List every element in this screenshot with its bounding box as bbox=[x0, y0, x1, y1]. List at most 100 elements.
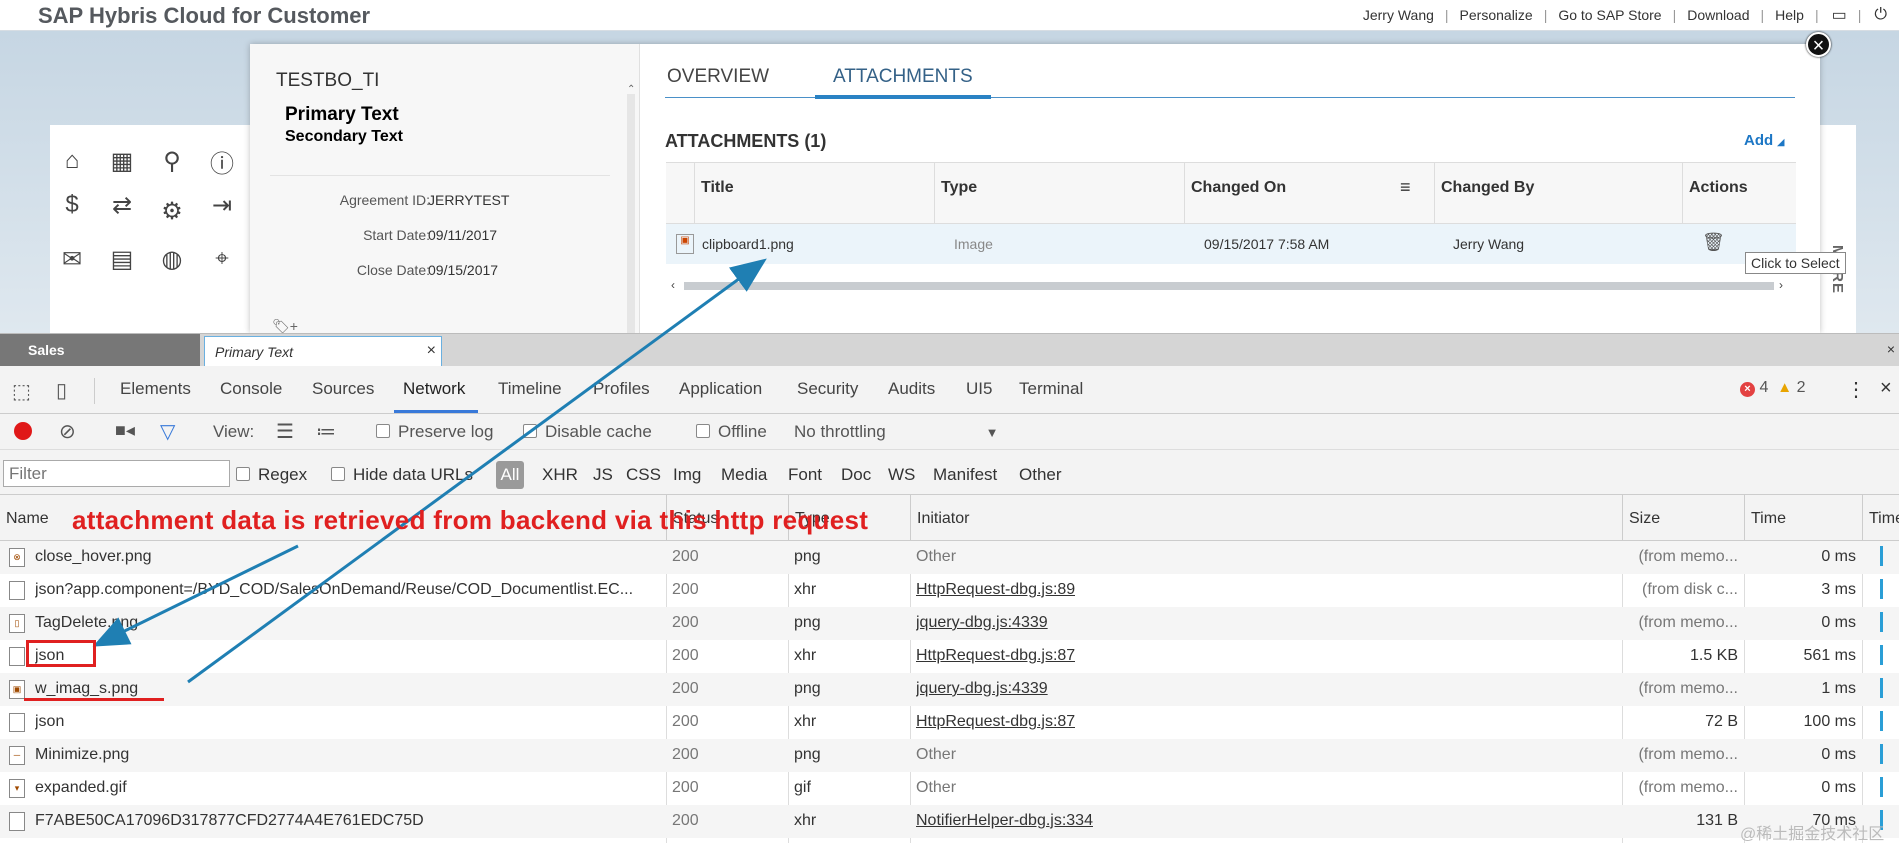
swap-icon[interactable]: ⇄ bbox=[106, 189, 138, 221]
hide-data-urls-checkbox[interactable]: Hide data URLs bbox=[331, 465, 473, 485]
filter-icon[interactable]: ▽ bbox=[160, 419, 175, 444]
request-name[interactable]: Minimize.png bbox=[35, 746, 660, 764]
col-time[interactable]: Time bbox=[1744, 495, 1862, 541]
filter-icon[interactable]: ≡ bbox=[1400, 177, 1411, 198]
col-type[interactable]: Type bbox=[934, 163, 1184, 225]
filter-manifest[interactable]: Manifest bbox=[933, 465, 997, 485]
col-timeline[interactable]: Timeline bbox=[1862, 495, 1899, 541]
help-link[interactable]: Help bbox=[1775, 7, 1804, 23]
network-row[interactable]: json?app.component=/BYD_COD/SalesOnDeman… bbox=[0, 574, 1899, 607]
personalize-link[interactable]: Personalize bbox=[1460, 7, 1533, 23]
tab-sources[interactable]: Sources bbox=[312, 379, 374, 399]
tab-console[interactable]: Console bbox=[220, 379, 282, 399]
request-initiator[interactable]: HttpRequest-dbg.js:89 bbox=[916, 581, 1075, 599]
add-attachment-button[interactable]: Add ◢ bbox=[1744, 132, 1784, 149]
offline-checkbox[interactable]: Offline bbox=[696, 422, 767, 442]
home-icon[interactable]: ⌂ bbox=[56, 145, 88, 177]
chat-dollar-icon[interactable]: ✉ bbox=[56, 243, 88, 275]
tab-sales[interactable]: Sales bbox=[0, 334, 200, 367]
power-icon[interactable]: ⏻ bbox=[1874, 6, 1887, 24]
filter-ws[interactable]: WS bbox=[888, 465, 915, 485]
filter-font[interactable]: Font bbox=[788, 465, 822, 485]
network-row[interactable]: ▣ w_imag_s.png 200 png jquery-dbg.js:4339 (fr… bbox=[0, 673, 1899, 706]
tab-application[interactable]: Application bbox=[679, 379, 762, 399]
request-name[interactable]: json?app.component=/BYD_COD/SalesOnDeman… bbox=[35, 581, 660, 599]
tab-audits[interactable]: Audits bbox=[888, 379, 935, 399]
filter-other[interactable]: Other bbox=[1019, 465, 1062, 485]
tab-timeline[interactable]: Timeline bbox=[498, 379, 562, 399]
col-changed-on[interactable]: Changed On ≡ bbox=[1184, 163, 1434, 225]
request-initiator[interactable]: jquery-dbg.js:4339 bbox=[916, 680, 1048, 698]
tag-icon[interactable]: 🏷+ bbox=[272, 318, 298, 333]
filter-js[interactable]: JS bbox=[593, 465, 613, 485]
network-row[interactable]: ─ Minimize.png 200 png Other (from memo... 0 m… bbox=[0, 739, 1899, 772]
request-name[interactable]: expanded.gif bbox=[35, 779, 660, 797]
pane-scrollbar[interactable]: ⌃ bbox=[627, 84, 635, 333]
tab-terminal[interactable]: Terminal bbox=[1019, 379, 1083, 399]
calendar-icon[interactable]: ▦ bbox=[106, 145, 138, 177]
capture-screenshots-icon[interactable]: ■◂ bbox=[115, 420, 135, 441]
request-name[interactable]: json bbox=[35, 713, 660, 731]
col-title[interactable]: Title bbox=[694, 163, 934, 225]
chevron-up-icon[interactable]: ⌃ bbox=[627, 84, 635, 95]
waterfall-icon[interactable]: ≔ bbox=[316, 419, 336, 444]
scroll-track[interactable] bbox=[684, 282, 1774, 290]
tab-attachments[interactable]: ATTACHMENTS bbox=[815, 66, 991, 99]
search-icon[interactable]: ⚲ bbox=[156, 145, 188, 177]
clear-icon[interactable]: ⊘ bbox=[59, 419, 76, 444]
chevron-left-icon[interactable]: ‹ bbox=[671, 278, 675, 292]
disable-cache-checkbox[interactable]: Disable cache bbox=[523, 422, 652, 442]
tab-elements[interactable]: Elements bbox=[120, 379, 191, 399]
tab-profiles[interactable]: Profiles bbox=[593, 379, 650, 399]
network-row[interactable]: ▯ TagDelete.png 200 png jquery-dbg.js:4339 (f… bbox=[0, 607, 1899, 640]
filter-xhr[interactable]: XHR bbox=[542, 465, 578, 485]
network-row[interactable]: json 200 xhr HttpRequest-dbg.js:87 72 B 100 m… bbox=[0, 706, 1899, 739]
network-row[interactable]: F7ABE50CA17096D317877CFD2774A4E761EDC75D… bbox=[0, 805, 1899, 838]
more-menu-icon[interactable]: ⋮ bbox=[1846, 377, 1866, 402]
inspect-element-icon[interactable]: ⬚ bbox=[12, 379, 31, 404]
attachment-title[interactable]: clipboard1.png bbox=[702, 236, 794, 252]
request-name[interactable]: TagDelete.png bbox=[35, 614, 660, 632]
tab-ui5[interactable]: UI5 bbox=[966, 379, 992, 399]
device-toolbar-icon[interactable]: ▯ bbox=[56, 378, 67, 403]
close-tab-icon[interactable]: × bbox=[427, 342, 436, 360]
network-row[interactable]: ▾ expanded.gif 200 gif Other (from memo... 0 m… bbox=[0, 772, 1899, 805]
error-warning-counter[interactable]: × 4 ▲ 2 bbox=[1740, 379, 1805, 397]
request-initiator[interactable]: HttpRequest-dbg.js:87 bbox=[916, 713, 1075, 731]
filter-doc[interactable]: Doc bbox=[841, 465, 871, 485]
request-name[interactable]: json bbox=[35, 647, 660, 665]
dollar-icon[interactable]: $ bbox=[56, 189, 88, 221]
filter-css[interactable]: CSS bbox=[626, 465, 661, 485]
globe-icon[interactable]: ◍ bbox=[156, 243, 188, 275]
delete-icon[interactable]: 🗑 bbox=[1702, 232, 1725, 253]
filter-input[interactable] bbox=[3, 460, 230, 487]
large-rows-icon[interactable]: ☰ bbox=[276, 419, 294, 444]
horizontal-scrollbar[interactable]: ‹ › bbox=[666, 278, 1796, 292]
record-icon[interactable] bbox=[14, 422, 32, 440]
tab-overview[interactable]: OVERVIEW bbox=[665, 66, 771, 88]
tab-network[interactable]: Network bbox=[403, 379, 465, 399]
tab-primary-text[interactable]: Primary Text × bbox=[204, 336, 442, 367]
request-name[interactable]: w_imag_s.png bbox=[35, 680, 660, 698]
request-initiator[interactable]: jquery-dbg.js:4339 bbox=[916, 614, 1048, 632]
close-devtools-icon[interactable]: × bbox=[1880, 377, 1892, 400]
download-link[interactable]: Download bbox=[1687, 7, 1749, 23]
chevron-right-icon[interactable]: › bbox=[1779, 278, 1783, 292]
request-initiator[interactable]: NotifierHelper-dbg.js:334 bbox=[916, 812, 1093, 830]
col-size[interactable]: Size bbox=[1622, 495, 1744, 541]
throttling-select[interactable]: No throttling ▼ bbox=[794, 422, 999, 442]
preserve-log-checkbox[interactable]: Preserve log bbox=[376, 422, 493, 442]
sap-store-link[interactable]: Go to SAP Store bbox=[1558, 7, 1661, 23]
user-name-link[interactable]: Jerry Wang bbox=[1363, 7, 1434, 23]
gear-icon[interactable]: ⚙ bbox=[156, 195, 188, 227]
filter-media[interactable]: Media bbox=[721, 465, 767, 485]
network-row[interactable]: ⊗ close_hover.png 200 png Other (from memo...… bbox=[0, 541, 1899, 574]
screen-icon[interactable]: ▭ bbox=[1832, 5, 1847, 25]
attachment-row[interactable]: ▣ clipboard1.png Image 09/15/2017 7:58 A… bbox=[666, 224, 1796, 264]
col-initiator[interactable]: Initiator bbox=[910, 495, 1622, 541]
request-name[interactable]: close_hover.png bbox=[35, 548, 660, 566]
request-name[interactable]: F7ABE50CA17096D317877CFD2774A4E761EDC75D bbox=[35, 812, 660, 830]
tab-security[interactable]: Security bbox=[797, 379, 858, 399]
dollar-doc-icon[interactable]: ▤ bbox=[106, 243, 138, 275]
map-pin-icon[interactable]: ⌖ bbox=[206, 243, 238, 275]
